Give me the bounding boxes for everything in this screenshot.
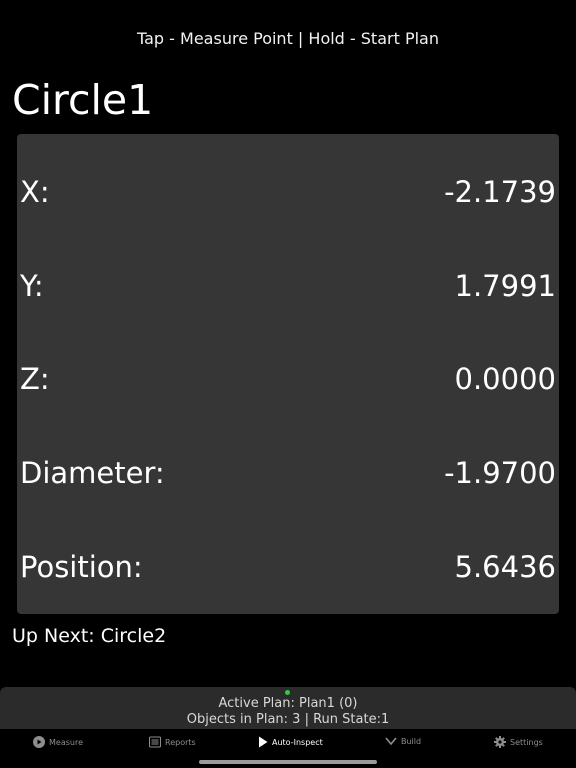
tab-build[interactable]: Build (385, 736, 421, 746)
gear-icon (494, 736, 506, 748)
tab-label: Build (401, 736, 422, 746)
measurement-value: -1.9700 (444, 456, 556, 490)
measurement-label: Diameter: (20, 456, 165, 490)
active-plan-text: Active Plan: Plan1 (0) (218, 696, 358, 711)
tab-label: Settings (510, 737, 543, 747)
document-icon (149, 736, 161, 748)
tab-auto-inspect[interactable]: Auto-Inspect (258, 736, 323, 748)
measurement-value: 1.7991 (454, 269, 556, 303)
measurement-label: X: (20, 175, 50, 209)
measurement-label: Y: (20, 269, 44, 303)
tab-settings[interactable]: Settings (494, 736, 543, 748)
play-icon (258, 736, 268, 748)
measurement-label: Z: (20, 362, 50, 396)
measurement-row-position: Position: 5.6436 (17, 547, 559, 587)
measurement-row-y: Y: 1.7991 (17, 266, 559, 306)
chevron-down-icon (385, 736, 397, 746)
feature-title: Circle1 (12, 76, 154, 124)
measurement-row-x: X: -2.1739 (17, 172, 559, 212)
home-indicator[interactable] (199, 760, 377, 764)
objects-run-state-text: Objects in Plan: 3 | Run State:1 (186, 712, 390, 727)
measurement-label: Position: (20, 550, 143, 584)
tab-reports[interactable]: Reports (149, 736, 196, 748)
tab-label: Auto-Inspect (272, 737, 323, 747)
plan-status-bar: Active Plan: Plan1 (0) Objects in Plan: … (0, 687, 576, 729)
measurement-row-z: Z: 0.0000 (17, 359, 559, 399)
instruction-hint: Tap - Measure Point | Hold - Start Plan (137, 29, 439, 48)
measurement-value: 5.6436 (454, 550, 556, 584)
tab-measure[interactable]: Measure (33, 736, 83, 748)
measurement-row-diameter: Diameter: -1.9700 (17, 453, 559, 493)
tab-label: Measure (49, 737, 83, 747)
play-circle-icon (33, 736, 45, 748)
tab-label: Reports (165, 737, 196, 747)
status-indicator-dot (285, 690, 290, 695)
measurement-panel: X: -2.1739 Y: 1.7991 Z: 0.0000 Diameter:… (17, 134, 559, 614)
measurement-value: -2.1739 (444, 175, 556, 209)
measurement-value: 0.0000 (454, 362, 556, 396)
up-next-label: Up Next: Circle2 (12, 625, 167, 647)
